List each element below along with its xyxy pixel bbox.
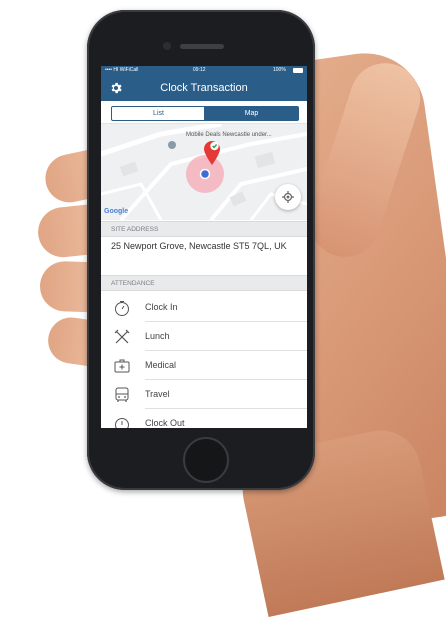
locate-button[interactable]: [275, 184, 301, 210]
bus-icon: [115, 387, 129, 402]
crosshair-icon: [282, 191, 294, 203]
front-camera: [163, 42, 171, 50]
phone-screen: •••• HI WiFiCall 09:12 100% Clock Transa…: [101, 66, 307, 428]
list-item-label: Clock In: [145, 302, 178, 312]
list-item-medical[interactable]: Medical: [101, 351, 307, 380]
map-place-label: Mobile Deals Newcastle under...: [186, 132, 272, 138]
earpiece: [180, 44, 224, 49]
status-bar: •••• HI WiFiCall 09:12 100%: [101, 66, 307, 75]
nav-bar: Clock Transaction: [101, 75, 307, 101]
home-button[interactable]: [183, 437, 229, 483]
medical-kit-icon: [114, 359, 130, 373]
tab-list[interactable]: List: [111, 106, 206, 121]
view-toggle: List Map: [101, 101, 307, 124]
map-view[interactable]: Mobile Deals Newcastle under... Google: [101, 124, 307, 220]
site-address-value: 25 Newport Grove, Newcastle ST5 7QL, UK: [111, 241, 287, 251]
list-item-label: Clock Out: [145, 418, 185, 428]
list-item-travel[interactable]: Travel: [101, 380, 307, 409]
list-item-clock-out[interactable]: Clock Out: [101, 409, 307, 428]
tab-map[interactable]: Map: [204, 106, 299, 121]
list-item-label: Lunch: [145, 331, 170, 341]
battery-text: 100%: [273, 67, 286, 73]
status-time: 09:12: [193, 67, 206, 73]
list-item-lunch[interactable]: Lunch: [101, 322, 307, 351]
battery-icon: [293, 68, 303, 73]
list-item-label: Travel: [145, 389, 170, 399]
page-title: Clock Transaction: [160, 82, 248, 94]
map-pin-check-icon[interactable]: [203, 140, 221, 166]
list-item-clock-in[interactable]: Clock In: [101, 293, 307, 322]
stopwatch-icon: [115, 301, 129, 316]
gear-icon[interactable]: [109, 81, 123, 95]
fork-knife-icon: [114, 329, 130, 344]
attendance-header: ATTENDANCE: [101, 275, 307, 291]
google-attribution: Google: [104, 208, 129, 215]
site-address-header: SITE ADDRESS: [101, 221, 307, 237]
list-item-label: Medical: [145, 360, 177, 370]
stopwatch-icon: [115, 418, 129, 428]
carrier-text: •••• HI WiFiCall: [105, 67, 139, 73]
